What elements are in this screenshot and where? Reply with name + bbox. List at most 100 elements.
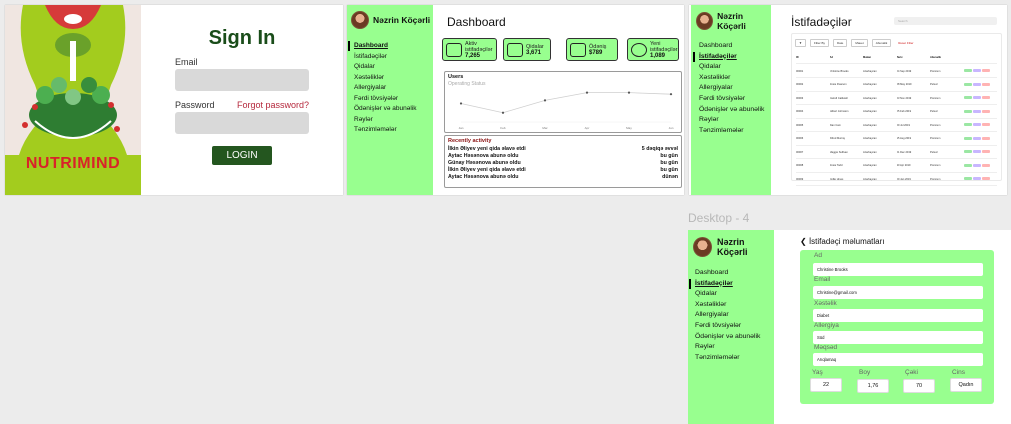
search-input[interactable]: Search (894, 17, 997, 25)
view-button[interactable] (963, 82, 972, 86)
view-button[interactable] (963, 123, 972, 126)
name-field[interactable]: Christine Brooks (813, 263, 983, 276)
filter-subscription[interactable]: Abunalik (871, 38, 892, 47)
delete-button[interactable] (981, 150, 990, 153)
height-label: Boy (859, 369, 871, 376)
forgot-password-link[interactable]: Forgot password? (237, 100, 309, 110)
sidebar-item-foods[interactable]: Qidalar (695, 289, 760, 300)
delete-button[interactable] (981, 96, 990, 99)
sidebar-item-allergies[interactable]: Allergiyalar (695, 310, 760, 321)
view-button[interactable] (963, 150, 972, 153)
sidebar-item-dashboard[interactable]: Dashboard (348, 41, 417, 52)
sidebar-item-payments[interactable]: Ödənişlər və abunəlik (699, 105, 764, 116)
sidebar-item-reviews[interactable]: Rəylər (695, 342, 760, 353)
edit-button[interactable] (972, 109, 981, 113)
sidebar-item-recommendations[interactable]: Fərdi tövsiyələr (354, 94, 417, 105)
stat-card-payments[interactable]: Ödəniş $789 (566, 38, 618, 61)
delete-button[interactable] (981, 136, 990, 140)
edit-button[interactable] (972, 163, 981, 167)
table-row[interactable]: 00005 Alan Cain Azərbaycan 29 Jul 2019 Premi… (796, 119, 997, 132)
password-input[interactable] (175, 112, 309, 134)
disease-field[interactable]: Diabet (813, 309, 983, 322)
sidebar-item-foods[interactable]: Qidalar (354, 62, 417, 73)
food-icon (507, 42, 523, 57)
edit-button[interactable] (972, 177, 981, 180)
table-row[interactable]: 00001 Christine Brooks Azərbaycan 04 Sep 20… (796, 65, 997, 78)
reset-filter-button[interactable]: Reset Filter (895, 40, 916, 46)
filter-by[interactable]: Filter By (809, 38, 829, 47)
sidebar-item-users[interactable]: İstifadəçilər (354, 52, 417, 63)
sidebar-item-settings[interactable]: Tənzimləmələr (699, 126, 764, 137)
sidebar-item-foods[interactable]: Qidalar (699, 62, 764, 73)
table-row[interactable]: 00006 Alfred Murray Azərbaycan 15 Aug 2019 P… (796, 133, 997, 146)
view-button[interactable] (963, 163, 972, 167)
gender-field[interactable]: Qadın (950, 378, 982, 392)
table-cell: Premium (930, 69, 941, 73)
weight-field[interactable]: 70 (903, 379, 935, 393)
profile[interactable]: Nəzrin Köçərli (351, 11, 430, 29)
sidebar-item-dashboard[interactable]: Dashboard (695, 268, 760, 279)
sidebar-item-recommendations[interactable]: Fərdi tövsiyələr (695, 321, 760, 332)
filter-location[interactable]: Mauet (851, 38, 868, 47)
view-button[interactable] (963, 177, 972, 180)
view-button[interactable] (963, 136, 972, 140)
edit-button[interactable] (972, 150, 981, 153)
profile[interactable]: Nəzrin Köçərli (696, 11, 771, 31)
sidebar-item-reviews[interactable]: Rəylər (354, 115, 417, 126)
view-button[interactable] (963, 69, 972, 72)
sidebar-item-settings[interactable]: Tənzimləmələr (354, 125, 417, 136)
email-field[interactable]: Christine@gmail.com (813, 286, 983, 299)
sidebar-item-payments[interactable]: Ödənişlər və abunəlik (354, 104, 417, 115)
login-button[interactable]: LOGIN (212, 146, 272, 165)
goal-field[interactable]: Arıqlamaq (813, 353, 983, 366)
sidebar-item-users[interactable]: İstifadəçilər (689, 278, 760, 290)
email-input[interactable] (175, 69, 309, 91)
sidebar-item-allergies[interactable]: Allergiyalar (354, 83, 417, 94)
delete-button[interactable] (981, 163, 990, 167)
filter-icon[interactable]: ▼ (795, 38, 806, 47)
delete-button[interactable] (981, 82, 990, 86)
allergy-field[interactable]: Süd (813, 331, 983, 344)
sidebar-item-payments[interactable]: Ödənişlər və abunəlik (695, 332, 760, 343)
sidebar-item-allergies[interactable]: Allergiyalar (699, 83, 764, 94)
back-link[interactable]: ❮ İstifadəçi məlumatları (800, 237, 885, 246)
view-button[interactable] (963, 109, 972, 113)
delete-button[interactable] (981, 69, 990, 72)
table-cell: 00002 (796, 83, 804, 86)
height-field[interactable]: 1,76 (857, 379, 889, 393)
delete-button[interactable] (981, 109, 990, 113)
table-cell: 28 May 2019 (896, 83, 912, 86)
table-row[interactable]: 00007 Maggie Sullivan Azərbaycan 21 Dec 201… (796, 146, 997, 159)
filter-date[interactable]: Date (833, 38, 848, 47)
edit-button[interactable] (972, 82, 981, 86)
stat-card-active-users[interactable]: Aktiv istifadəçilər 7,265 (442, 38, 497, 61)
sidebar-item-users[interactable]: İstifadəçilər (693, 51, 764, 63)
sidebar-item-diseases[interactable]: Xəstəliklər (695, 300, 760, 311)
sidebar-item-diseases[interactable]: Xəstəliklər (354, 73, 417, 84)
table-row[interactable]: 00003 Darrell Caldwell Azərbaycan 23 Nov 20… (796, 92, 997, 105)
stat-card-new-users[interactable]: Yeni istifadəçilər 1,089 (627, 38, 679, 61)
edit-button[interactable] (972, 69, 981, 72)
field-label-goal: Məqsəd (814, 344, 838, 351)
table-row[interactable]: 00004 Gilbert Johnston Azərbaycan 05 Feb 20… (796, 106, 997, 119)
view-button[interactable] (963, 96, 972, 99)
table-cell: 05 Feb 2019 (896, 110, 912, 113)
delete-button[interactable] (981, 123, 990, 126)
sidebar-item-settings[interactable]: Tənzimləmələr (695, 353, 760, 364)
sidebar-item-dashboard[interactable]: Dashboard (699, 41, 764, 52)
edit-button[interactable] (972, 123, 981, 126)
sidebar-item-diseases[interactable]: Xəstəliklər (699, 73, 764, 84)
edit-button[interactable] (972, 96, 981, 99)
sidebar-item-recommendations[interactable]: Fərdi tövsiyələr (699, 94, 764, 105)
table-row[interactable]: 00002 Rosie Pearson Azərbaycan 28 May 2019 P… (796, 79, 997, 92)
delete-button[interactable] (981, 177, 990, 180)
sidebar-item-reviews[interactable]: Rəylər (699, 115, 764, 126)
weight-label: Çəki (905, 369, 919, 376)
stat-card-foods[interactable]: Qidalar 3,671 (503, 38, 551, 61)
table-row[interactable]: 00008 Rosie Todd Azərbaycan 30 Apr 2019 Prem… (796, 160, 997, 173)
profile[interactable]: Nəzrin Köçərli (693, 237, 774, 257)
edit-button[interactable] (972, 136, 981, 140)
table-row[interactable]: 00009 Dollie Hines Azərbaycan 09 Jan 2019 Pr… (796, 173, 997, 186)
page-title: İstifadəçi məlumatları (808, 237, 885, 246)
age-field[interactable]: 22 (810, 378, 842, 392)
